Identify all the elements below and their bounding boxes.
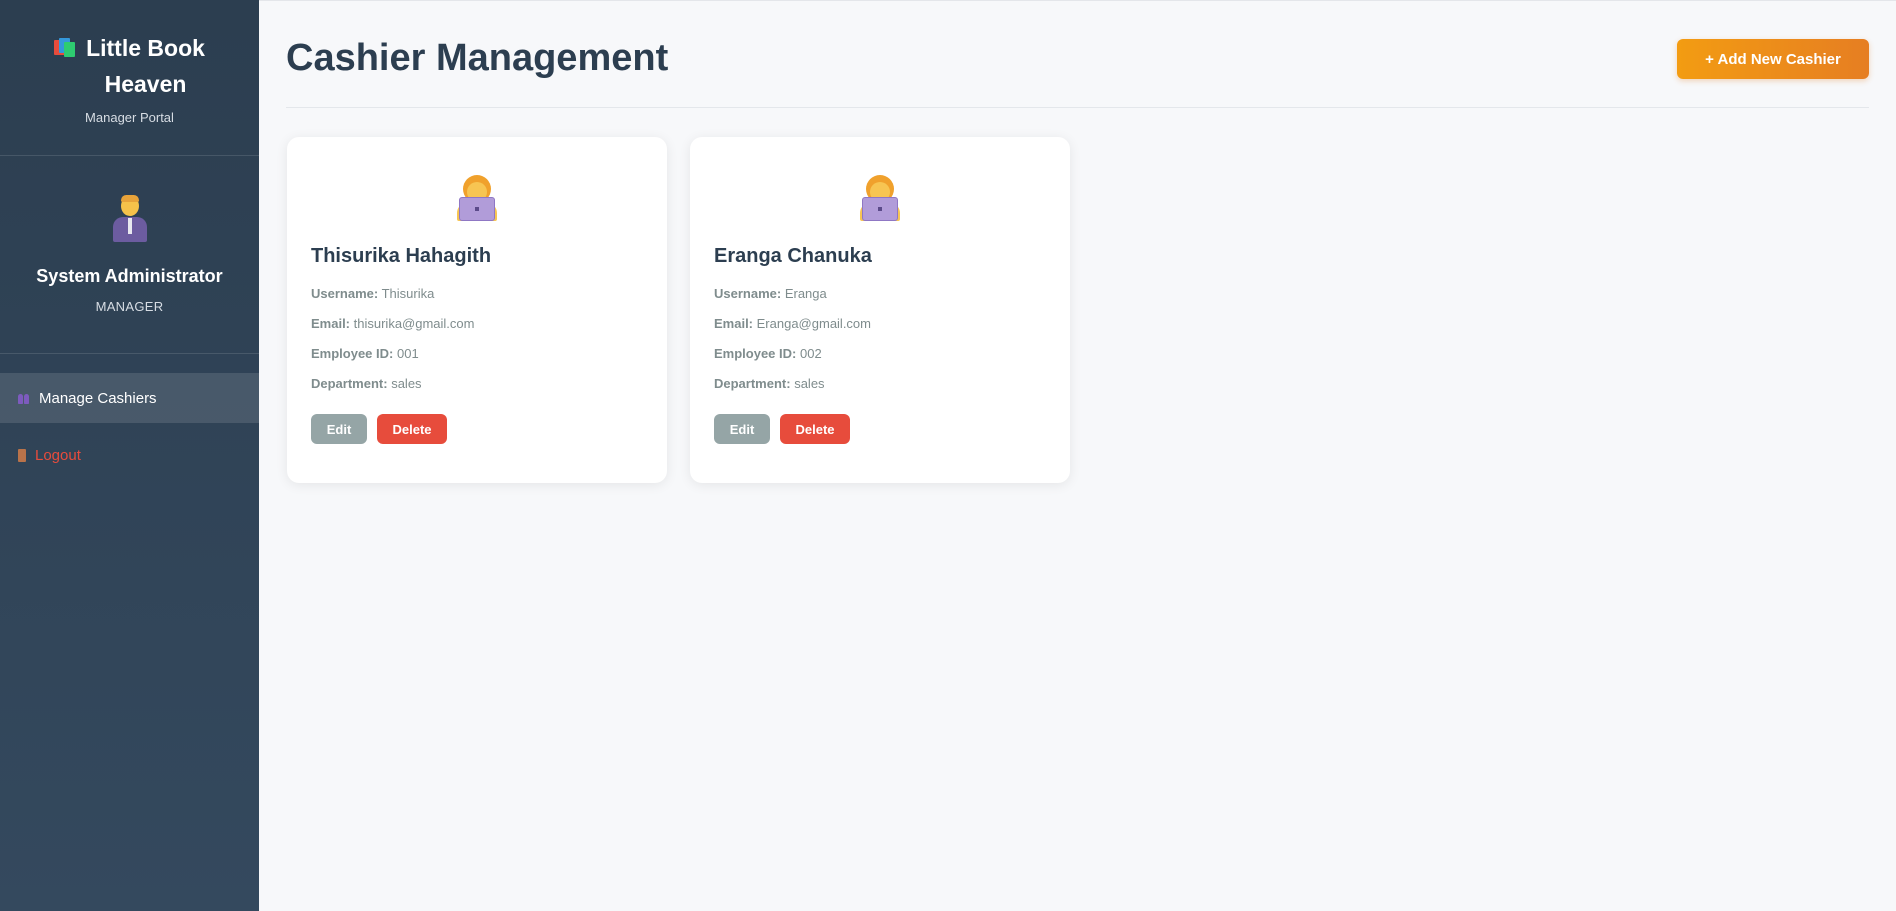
profile-name: System Administrator (36, 266, 223, 286)
brand: Little Book Heaven Manager Portal (0, 0, 259, 156)
cashier-avatar-icon (454, 175, 500, 221)
cashier-card: Thisurika Hahagith Username: Thisurika E… (287, 137, 667, 483)
cashier-username: Username: Thisurika (311, 286, 435, 301)
cashier-email: Email: thisurika@gmail.com (311, 316, 475, 331)
profile-role: MANAGER (95, 299, 164, 314)
edit-button[interactable]: Edit (311, 414, 367, 444)
sidebar-item-manage-cashiers[interactable]: Manage Cashiers (0, 373, 259, 423)
card-actions: Edit Delete (311, 414, 643, 444)
sidebar-item-logout[interactable]: Logout (0, 430, 259, 480)
cashier-employee-id: Employee ID: 001 (311, 346, 419, 361)
sidebar-nav: Manage Cashiers Logout (0, 354, 259, 480)
cashier-name: Eranga Chanuka (714, 245, 872, 267)
brand-subtitle: Manager Portal (85, 110, 174, 125)
cashier-department: Department: sales (311, 376, 422, 391)
card-actions: Edit Delete (714, 414, 1046, 444)
cashier-department: Department: sales (714, 376, 825, 391)
brand-name: Little Book Heaven (86, 35, 205, 97)
brand-title: Little Book Heaven (0, 30, 259, 102)
books-icon (53, 38, 76, 58)
sidebar: Little Book Heaven Manager Portal System… (0, 0, 259, 911)
delete-button[interactable]: Delete (377, 414, 447, 444)
sidebar-item-label: Logout (35, 446, 81, 464)
sidebar-item-label: Manage Cashiers (39, 389, 157, 407)
door-icon (18, 448, 26, 462)
add-cashier-button[interactable]: + Add New Cashier (1677, 39, 1869, 79)
cashier-username: Username: Eranga (714, 286, 827, 301)
cashier-name: Thisurika Hahagith (311, 245, 492, 267)
user-profile: System Administrator MANAGER (0, 156, 259, 354)
page-title: Cashier Management (286, 37, 669, 79)
edit-button[interactable]: Edit (714, 414, 770, 444)
manager-avatar-icon (110, 195, 150, 242)
people-icon (18, 392, 30, 404)
cashier-card: Eranga Chanuka Username: Eranga Email: E… (690, 137, 1070, 483)
cashier-avatar-icon (857, 175, 903, 221)
page-header: Cashier Management + Add New Cashier (286, 1, 1869, 108)
cashier-email: Email: Eranga@gmail.com (714, 316, 871, 331)
cashier-employee-id: Employee ID: 002 (714, 346, 822, 361)
delete-button[interactable]: Delete (780, 414, 850, 444)
main-content: Cashier Management + Add New Cashier Thi… (259, 0, 1896, 911)
